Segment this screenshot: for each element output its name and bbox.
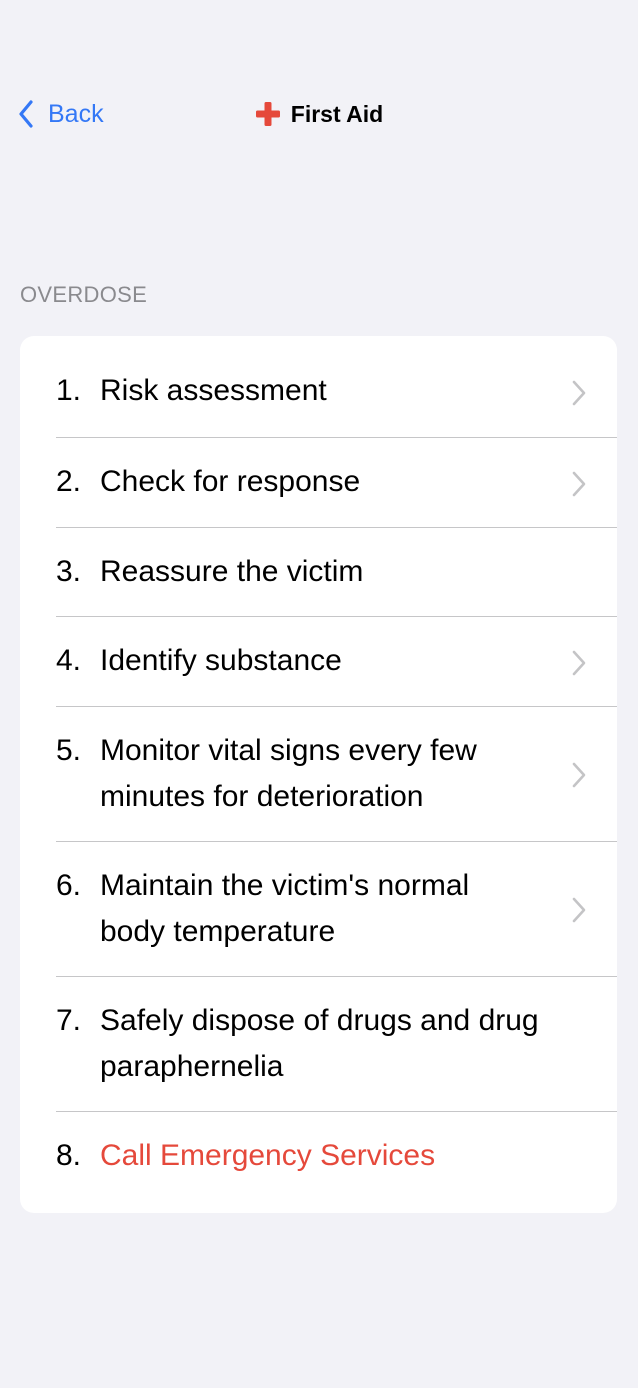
list-item[interactable]: 5. Monitor vital signs every few minutes… [20,707,617,841]
page-title: First Aid [0,96,638,132]
step-label: Safely dispose of drugs and drug paraphe… [100,1004,539,1083]
chevron-right-icon [572,762,586,788]
chevron-right-icon [572,471,586,497]
list-item[interactable]: 8. Call Emergency Services [20,1112,617,1213]
steps-list: 1. Risk assessment 2. Check for response… [20,336,617,1213]
chevron-right-icon [572,650,586,676]
medical-cross-icon [255,101,281,127]
list-item[interactable]: 6. Maintain the victim's normal body tem… [20,842,617,976]
step-number: 3. [56,555,82,588]
step-number: 6. [56,869,82,902]
step-number: 1. [56,374,82,407]
list-item[interactable]: 2. Check for response [20,438,617,527]
page-title-text: First Aid [290,100,384,127]
list-item[interactable]: 1. Risk assessment [20,336,617,437]
step-number: 8. [56,1139,82,1172]
section-header: OVERDOSE [20,282,148,307]
step-label: Reassure the victim [100,555,364,588]
step-number: 7. [56,1004,82,1037]
step-number: 5. [56,734,82,767]
chevron-right-icon [572,897,586,923]
step-label: Risk assessment [100,374,327,407]
list-item[interactable]: 7. Safely dispose of drugs and drug para… [20,977,617,1111]
step-number: 4. [56,644,82,677]
step-label: Maintain the victim's normal body temper… [100,869,470,948]
chevron-right-icon [572,380,586,406]
step-number: 2. [56,465,82,498]
step-label: Identify substance [100,644,342,677]
step-label: Check for response [100,465,361,498]
navigation-bar: Back First Aid [0,86,638,142]
step-label: Monitor vital signs every few minutes fo… [100,734,477,813]
list-item[interactable]: 4. Identify substance [20,617,617,706]
call-emergency-services-link[interactable]: Call Emergency Services [100,1133,540,1179]
list-item[interactable]: 3. Reassure the victim [20,528,617,616]
